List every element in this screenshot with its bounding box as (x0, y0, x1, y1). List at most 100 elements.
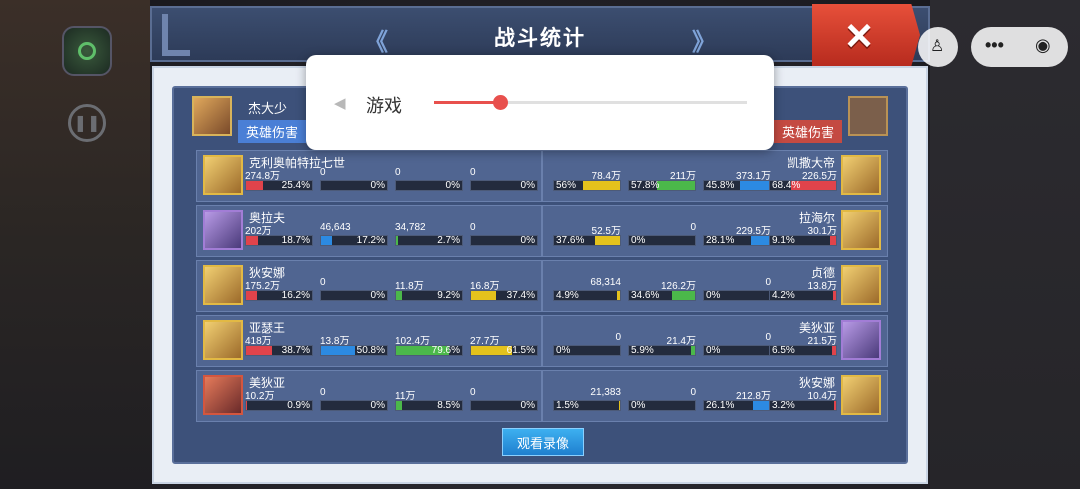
stat-cell: 13.8万 4.2% (769, 277, 837, 305)
stat-bar-fill (246, 181, 263, 190)
hero-avatar[interactable] (841, 375, 881, 415)
dialog-title: 战斗统计 (494, 27, 586, 50)
stat-percent: 28.1% (706, 235, 735, 246)
stat-percent: 0% (706, 345, 721, 356)
stat-percent: 4.2% (772, 290, 795, 301)
stat-bar: 2.7% (395, 235, 463, 246)
stat-bar: 9.2% (395, 290, 463, 301)
hero-avatar[interactable] (841, 155, 881, 195)
stat-bar: 0% (553, 345, 621, 356)
stat-bar-fill (691, 346, 695, 355)
more-icon[interactable]: ••• (985, 35, 1004, 56)
stat-bar-fill (739, 181, 770, 190)
stat-bar-fill (396, 401, 402, 410)
stat-bar: 26.1% (703, 400, 771, 411)
stat-cell: 10.4万 3.2% (769, 387, 837, 415)
watch-replay-button[interactable]: 观看录像 (502, 428, 584, 456)
stat-percent: 79.6% (431, 345, 460, 356)
stat-percent: 3.2% (772, 400, 795, 411)
hero-row: 美狄亚 10.2万 0.9% 0 0% 11万 8.5% 0 0% (196, 370, 542, 422)
hero-row: 狄安娜 175.2万 16.2% 0 0% 11.8万 9.2% 16.8万 37.4% (196, 260, 542, 312)
pause-button[interactable]: ❚❚ (68, 104, 106, 142)
stat-bar: 16.2% (245, 290, 313, 301)
close-button[interactable]: × (812, 4, 920, 66)
hero-avatar[interactable] (203, 265, 243, 305)
stat-bar: 5.9% (628, 345, 696, 356)
stat-percent: 0% (631, 235, 646, 246)
game-controller-button[interactable]: ♙ (918, 27, 958, 67)
stat-bar: 0% (320, 400, 388, 411)
hero-avatar[interactable] (841, 265, 881, 305)
joystick-icon: ♙ (930, 38, 945, 55)
stat-cell: 0 0% (320, 387, 388, 415)
stat-cell: 0 0% (470, 167, 538, 195)
stat-cell: 0 0% (628, 387, 696, 415)
hero-avatar[interactable] (203, 155, 243, 195)
right-damage-label: 英雄伤害 (773, 120, 842, 143)
stat-value: 0 (320, 387, 326, 398)
stat-bar: 38.7% (245, 345, 313, 356)
stat-bar-fill (246, 291, 257, 300)
hero-row: 贞德 68,314 4.9% 126.2万 34.6% 0 0% 13.8万 4.2% (542, 260, 888, 312)
stat-cell: 0 0% (470, 222, 538, 250)
pause-icon: ❚❚ (73, 115, 101, 132)
stat-percent: 18.7% (281, 235, 310, 246)
stat-bar: 4.2% (769, 290, 837, 301)
close-miniprogram-icon[interactable]: ◉ (1035, 35, 1051, 56)
hero-avatar[interactable] (841, 210, 881, 250)
stat-bar-fill (619, 401, 620, 410)
stat-percent: 8.5% (437, 400, 460, 411)
stat-percent: 0.9% (287, 400, 310, 411)
stat-percent: 0% (520, 180, 535, 191)
stat-bar: 45.8% (703, 180, 771, 191)
stat-cell: 0 0% (395, 167, 463, 195)
stat-bar: 1.5% (553, 400, 621, 411)
stat-cell: 21,383 1.5% (553, 387, 621, 415)
volume-knob[interactable] (492, 95, 508, 110)
hero-avatar[interactable] (203, 375, 243, 415)
stat-cell: 11万 8.5% (395, 387, 463, 415)
stat-bar-fill (616, 291, 620, 300)
stat-bar: 68.4% (769, 180, 837, 191)
stat-value: 0 (395, 167, 401, 178)
hero-avatar[interactable] (841, 320, 881, 360)
stat-bar: 0% (470, 400, 538, 411)
speaker-icon: ◀ (334, 95, 346, 112)
stat-bar-fill (246, 401, 247, 410)
stat-cell: 211万 57.8% (628, 167, 696, 195)
hero-avatar[interactable] (203, 320, 243, 360)
close-icon: × (845, 9, 873, 61)
hero-row: 美狄亚 0 0% 21.4万 5.9% 0 0% 21.5万 6.5% (542, 315, 888, 367)
hero-avatar[interactable] (203, 210, 243, 250)
stat-bar: 0% (320, 290, 388, 301)
stat-bar: 9.1% (769, 235, 837, 246)
stat-percent: 0% (445, 180, 460, 191)
enemy-leader-avatar (848, 96, 888, 136)
stat-percent: 9.2% (437, 290, 460, 301)
volume-slider[interactable] (434, 95, 747, 110)
left-damage-label: 英雄伤害 (238, 120, 307, 143)
hero-row: 拉海尔 52.5万 37.6% 0 0% 229.5万 28.1% 30.1万 9.1% (542, 205, 888, 257)
stat-cell: 46,643 17.2% (320, 222, 388, 250)
capsule-actions: ••• ◉ (971, 27, 1068, 67)
stat-bar-fill (830, 236, 836, 245)
game-mode-icon[interactable] (62, 26, 112, 76)
stat-percent: 0% (370, 400, 385, 411)
stat-bar: 57.8% (628, 180, 696, 191)
stat-bar: 37.4% (470, 290, 538, 301)
stat-cell: 229.5万 28.1% (703, 222, 771, 250)
stat-cell: 0 0% (553, 332, 621, 360)
stat-value: 0 (470, 167, 476, 178)
stat-cell: 175.2万 16.2% (245, 277, 313, 305)
stat-bar: 25.4% (245, 180, 313, 191)
stat-percent: 16.2% (281, 290, 310, 301)
hero-row: 奥拉夫 202万 18.7% 46,643 17.2% 34,782 2.7% 0 0% (196, 205, 542, 257)
stat-bar: 0% (470, 180, 538, 191)
miniprogram-capsule: ♙ ••• ◉ (918, 27, 1068, 67)
stat-cell: 78.4万 56% (553, 167, 621, 195)
stat-cell: 34,782 2.7% (395, 222, 463, 250)
stat-value: 68,314 (590, 277, 621, 288)
background-right (930, 0, 1080, 489)
stat-bar: 6.5% (769, 345, 837, 356)
stat-cell: 102.4万 79.6% (395, 332, 463, 360)
